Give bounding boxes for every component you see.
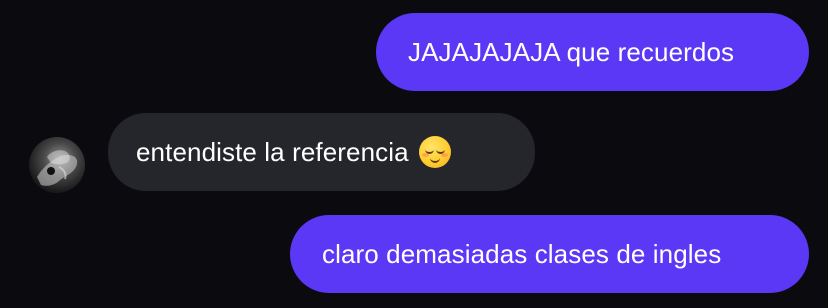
message-incoming[interactable]: entendiste la referencia	[108, 113, 535, 191]
chat-thread: JAJAJAJAJA que recuerdos entendiste la r…	[0, 0, 828, 308]
message-outgoing[interactable]: claro demasiadas clases de ingles	[290, 215, 809, 293]
profile-photo-icon	[37, 150, 78, 186]
contact-avatar[interactable]	[29, 137, 85, 193]
message-text: JAJAJAJAJA que recuerdos	[408, 36, 735, 67]
message-text: claro demasiadas clases de ingles	[322, 238, 722, 269]
relieved-face-icon	[418, 136, 451, 168]
message-outgoing[interactable]: JAJAJAJAJA que recuerdos	[376, 13, 809, 91]
message-text: entendiste la referencia	[136, 136, 409, 167]
